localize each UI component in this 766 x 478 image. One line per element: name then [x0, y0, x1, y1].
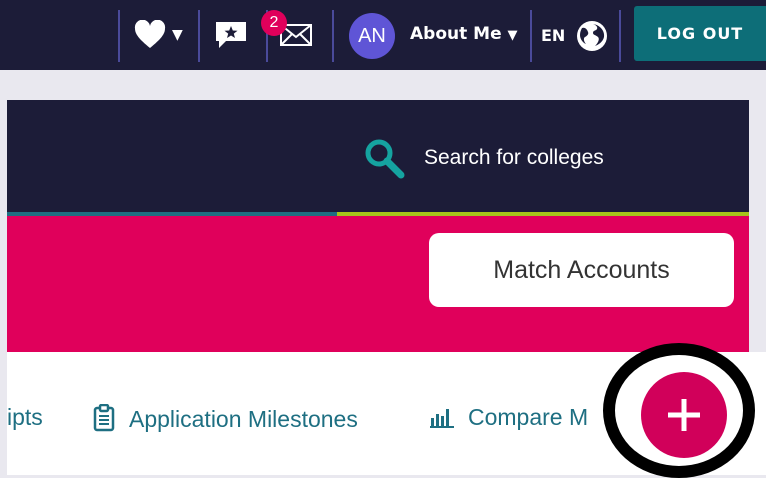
clipboard-icon: [93, 403, 115, 432]
globe-icon[interactable]: [576, 20, 608, 56]
tab-compare[interactable]: Compare M: [430, 404, 588, 431]
match-accounts-button[interactable]: Match Accounts: [429, 233, 734, 307]
search-colleges-link[interactable]: Search for colleges: [424, 146, 604, 170]
tab-label: ipts: [7, 404, 43, 430]
divider: [530, 10, 532, 62]
divider: [619, 10, 621, 62]
plus-icon: [668, 399, 700, 431]
divider: [118, 10, 120, 62]
tab-application-milestones[interactable]: Application Milestones: [93, 403, 358, 433]
favorites-button[interactable]: [134, 19, 166, 54]
heart-icon: [134, 19, 166, 48]
add-button[interactable]: [641, 372, 727, 458]
language-selector[interactable]: EN: [541, 26, 565, 45]
tab-transcripts[interactable]: ipts: [7, 404, 43, 431]
language-label: EN: [541, 26, 566, 45]
search-icon[interactable]: [364, 138, 406, 184]
logout-button[interactable]: LOG OUT: [634, 6, 766, 61]
about-me-menu[interactable]: About Me ▼: [410, 24, 518, 44]
messages-count-badge: 2: [261, 10, 287, 36]
top-navigation-bar: ▼ 2 AN About Me ▼ EN LOG OUT: [0, 0, 766, 70]
reviews-button[interactable]: [214, 20, 248, 54]
star-chat-icon: [216, 22, 246, 48]
avatar[interactable]: AN: [349, 13, 395, 59]
bar-chart-icon: [430, 409, 454, 428]
tab-label: Application Milestones: [129, 406, 358, 432]
favorites-caret-icon[interactable]: ▼: [172, 27, 183, 43]
tab-label: Compare M: [468, 404, 589, 430]
divider: [198, 10, 200, 62]
chevron-down-icon: ▼: [507, 28, 518, 43]
about-me-label: About Me: [410, 24, 502, 44]
divider: [332, 10, 334, 62]
